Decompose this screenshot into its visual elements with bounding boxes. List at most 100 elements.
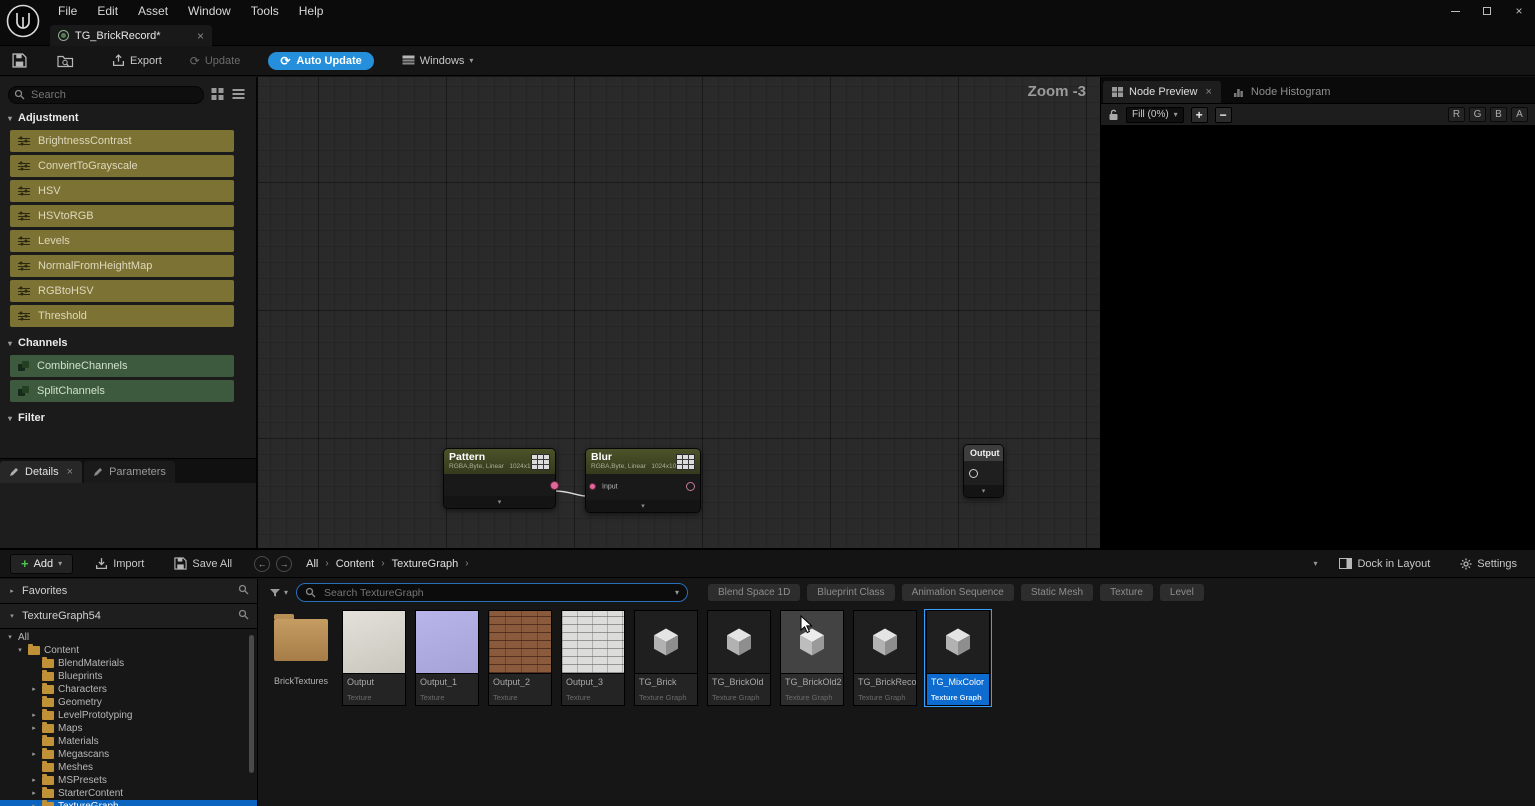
import-button[interactable]: Import [87, 553, 152, 574]
favorites-row[interactable]: ▸ Favorites [0, 579, 257, 604]
tab-node-preview[interactable]: Node Preview × [1103, 81, 1221, 103]
node-blur[interactable]: Blur RGBA,Byte, Linear 1024x1024 Input ▾ [585, 448, 701, 513]
palette-item-hsvtorgb[interactable]: HSVtoRGB [10, 205, 234, 227]
expand-arrow-icon[interactable]: ▸ [30, 749, 38, 761]
tree-item-meshes[interactable]: Meshes [0, 761, 257, 774]
breadcrumb-content[interactable]: Content [336, 558, 375, 570]
category-filter[interactable]: ▾ Filter [0, 405, 256, 427]
windows-dropdown[interactable]: Windows ▾ [394, 51, 482, 71]
menu-file[interactable]: File [48, 1, 87, 21]
node-pattern[interactable]: Pattern RGBA,Byte, Linear 1024x1024 ▾ [443, 448, 556, 509]
update-button[interactable]: ⟳ Update [182, 51, 249, 71]
node-collapse-button[interactable]: ▾ [586, 500, 700, 512]
node-output[interactable]: Output ▾ [963, 444, 1004, 498]
chip-blend-space-1d[interactable]: Blend Space 1D [708, 584, 800, 601]
palette-item-levels[interactable]: Levels [10, 230, 234, 252]
save-all-button[interactable]: Save All [166, 553, 240, 574]
lock-icon[interactable] [1108, 109, 1119, 121]
maximize-button[interactable] [1471, 0, 1503, 22]
chip-blueprint-class[interactable]: Blueprint Class [807, 584, 894, 601]
tab-node-histogram[interactable]: Node Histogram [1225, 81, 1339, 103]
tree-item-megascans[interactable]: ▸Megascans [0, 748, 257, 761]
expand-arrow-icon[interactable]: ▸ [30, 775, 38, 787]
save-button[interactable] [4, 49, 35, 72]
asset-search[interactable]: ▾ [296, 583, 688, 602]
menu-window[interactable]: Window [178, 1, 241, 21]
node-collapse-button[interactable]: ▾ [964, 485, 1003, 497]
expand-arrow-icon[interactable]: ▸ [30, 801, 38, 806]
zoom-out-button[interactable]: − [1215, 107, 1232, 123]
forward-button[interactable]: → [276, 556, 292, 572]
tree-scrollbar[interactable] [249, 635, 254, 773]
search-icon[interactable] [238, 584, 249, 595]
tree-item-content[interactable]: ▾Content [0, 644, 257, 657]
search-icon[interactable] [238, 609, 249, 620]
graph-canvas[interactable]: Zoom -3 Pattern RGBA,Byte, Linear 1024x1… [258, 77, 1100, 548]
auto-update-button[interactable]: ⟳ Auto Update [268, 52, 373, 70]
menu-asset[interactable]: Asset [128, 1, 178, 21]
menu-help[interactable]: Help [289, 1, 334, 21]
asset-tile-tg-mixcolor[interactable]: TG_MixColorTexture Graph [924, 610, 992, 706]
back-button[interactable]: ← [254, 556, 270, 572]
export-button[interactable]: Export [104, 50, 170, 71]
expand-arrow-icon[interactable]: ▸ [30, 710, 38, 722]
tree-item-materials[interactable]: Materials [0, 735, 257, 748]
input-pin[interactable] [969, 469, 978, 478]
panel-expand-chevron-icon[interactable]: ▾ [1313, 559, 1317, 568]
grid-view-icon[interactable] [210, 87, 225, 101]
asset-tile-tg-brickold[interactable]: TG_BrickOldTexture Graph [705, 610, 773, 706]
preview-viewport[interactable] [1101, 126, 1535, 548]
asset-search-input[interactable] [322, 586, 669, 600]
menu-edit[interactable]: Edit [87, 1, 128, 21]
palette-item-rgbtohsv[interactable]: RGBtoHSV [10, 280, 234, 302]
tree-item-all[interactable]: ▾All [0, 631, 257, 644]
node-collapse-button[interactable]: ▾ [444, 496, 555, 508]
expand-arrow-icon[interactable]: ▾ [6, 632, 14, 644]
list-view-icon[interactable] [231, 87, 246, 101]
tree-item-blendmaterials[interactable]: BlendMaterials [0, 657, 257, 670]
palette-item-hsv[interactable]: HSV [10, 180, 234, 202]
dock-in-layout-button[interactable]: Dock in Layout [1331, 554, 1438, 574]
tab-close-icon[interactable]: × [197, 29, 204, 43]
asset-tile-output[interactable]: OutputTexture [340, 610, 408, 706]
tree-item-levelprototyping[interactable]: ▸LevelPrototyping [0, 709, 257, 722]
breadcrumb-all[interactable]: All [306, 558, 318, 570]
category-adjustment[interactable]: ▾ Adjustment [0, 105, 256, 127]
add-button[interactable]: + Add ▾ [10, 554, 73, 574]
input-pin[interactable] [589, 483, 596, 490]
zoom-in-button[interactable]: + [1191, 107, 1208, 123]
tree-item-blueprints[interactable]: Blueprints [0, 670, 257, 683]
minimize-button[interactable] [1439, 0, 1471, 22]
asset-tile-output-3[interactable]: Output_3Texture [559, 610, 627, 706]
palette-item-brightnesscontrast[interactable]: BrightnessContrast [10, 130, 234, 152]
browse-to-asset-button[interactable] [49, 50, 82, 72]
tree-item-mspresets[interactable]: ▸MSPresets [0, 774, 257, 787]
tab-close-icon[interactable]: × [67, 466, 73, 478]
expand-arrow-icon[interactable]: ▸ [8, 587, 16, 595]
channel-a-button[interactable]: A [1511, 107, 1528, 122]
close-button[interactable]: × [1503, 0, 1535, 22]
chevron-down-icon[interactable]: ▾ [675, 588, 679, 597]
asset-tile-bricktextures[interactable]: BrickTextures [267, 610, 335, 686]
tree-item-texturegraph[interactable]: ▸TextureGraph [0, 800, 257, 806]
expand-arrow-icon[interactable]: ▸ [30, 723, 38, 735]
expand-arrow-icon[interactable]: ▸ [30, 788, 38, 800]
tree-item-geometry[interactable]: Geometry [0, 696, 257, 709]
palette-search[interactable] [8, 85, 204, 103]
tab-tg-brickrecord[interactable]: TG_BrickRecord* × [50, 25, 212, 46]
palette-item-combinechannels[interactable]: CombineChannels [10, 355, 234, 377]
output-pin[interactable] [686, 482, 695, 491]
category-channels[interactable]: ▾ Channels [0, 330, 256, 352]
asset-tile-output-2[interactable]: Output_2Texture [486, 610, 554, 706]
palette-item-threshold[interactable]: Threshold [10, 305, 234, 327]
menu-tools[interactable]: Tools [241, 1, 289, 21]
chip-animation-sequence[interactable]: Animation Sequence [902, 584, 1014, 601]
chip-static-mesh[interactable]: Static Mesh [1021, 584, 1093, 601]
output-pin[interactable] [550, 481, 559, 490]
palette-item-converttograyscale[interactable]: ConvertToGrayscale [10, 155, 234, 177]
tab-close-icon[interactable]: × [1205, 86, 1211, 98]
tree-item-maps[interactable]: ▸Maps [0, 722, 257, 735]
expand-arrow-icon[interactable]: ▸ [30, 684, 38, 696]
asset-tile-output-1[interactable]: Output_1Texture [413, 610, 481, 706]
project-row[interactable]: ▾ TextureGraph54 [0, 604, 257, 629]
